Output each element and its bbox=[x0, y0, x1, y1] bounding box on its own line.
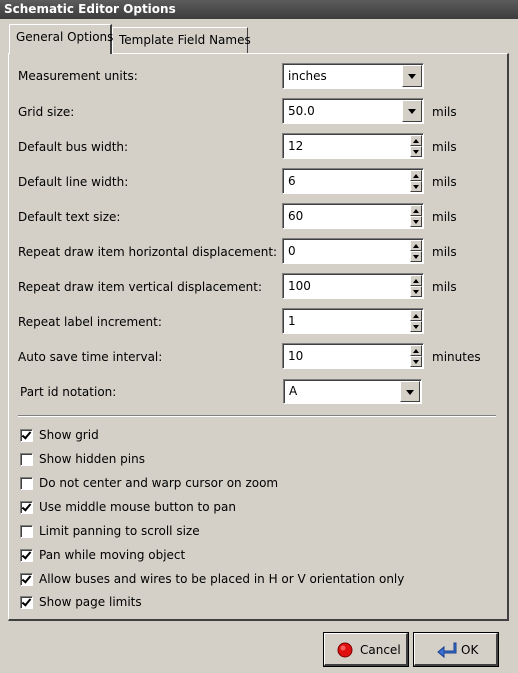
title-bar[interactable]: Schematic Editor Options bbox=[0, 0, 518, 19]
options-dialog: Schematic Editor Options General Options… bbox=[0, 0, 518, 673]
spin-up-icon[interactable] bbox=[410, 310, 422, 321]
middle-mouse-pan-checkbox[interactable] bbox=[20, 501, 33, 514]
window-title: Schematic Editor Options bbox=[4, 2, 176, 16]
chevron-down-icon[interactable] bbox=[402, 100, 422, 122]
spin-up-icon[interactable] bbox=[410, 205, 422, 216]
enter-arrow-icon bbox=[437, 642, 457, 659]
tab-template-field-names[interactable]: Template Field Names bbox=[112, 27, 251, 53]
auto-save-unit: minutes bbox=[432, 350, 481, 364]
v-displacement-unit: mils bbox=[432, 280, 457, 294]
bus-width-label: Default bus width: bbox=[18, 140, 129, 154]
spin-up-icon[interactable] bbox=[410, 170, 422, 181]
label-increment-value: 1 bbox=[288, 314, 296, 328]
text-size-value: 60 bbox=[288, 209, 304, 223]
spin-up-icon[interactable] bbox=[410, 240, 422, 251]
spin-up-icon[interactable] bbox=[410, 135, 422, 146]
limit-panning-checkbox[interactable] bbox=[20, 525, 33, 538]
measurement-units-label: Measurement units: bbox=[18, 69, 138, 83]
bus-width-unit: mils bbox=[432, 140, 457, 154]
auto-save-label: Auto save time interval: bbox=[18, 350, 163, 364]
tab-general-options[interactable]: General Options bbox=[9, 24, 114, 54]
line-width-value: 6 bbox=[288, 174, 296, 188]
cancel-button[interactable]: Cancel bbox=[323, 632, 409, 667]
v-displacement-value: 100 bbox=[288, 279, 311, 293]
hv-orientation-checkbox[interactable] bbox=[20, 573, 33, 586]
show-page-limits-label[interactable]: Show page limits bbox=[39, 595, 142, 609]
part-id-dropdown[interactable]: A bbox=[283, 379, 422, 404]
show-grid-label[interactable]: Show grid bbox=[39, 428, 99, 442]
label-increment-label: Repeat label increment: bbox=[18, 315, 162, 329]
chevron-down-icon[interactable] bbox=[400, 381, 420, 402]
chevron-down-icon[interactable] bbox=[402, 65, 422, 87]
part-id-label: Part id notation: bbox=[20, 385, 117, 399]
show-hidden-pins-checkbox[interactable] bbox=[20, 453, 33, 466]
grid-size-unit: mils bbox=[432, 105, 457, 119]
part-id-value: A bbox=[289, 384, 298, 398]
separator bbox=[18, 415, 496, 417]
limit-panning-label[interactable]: Limit panning to scroll size bbox=[39, 524, 200, 538]
spin-down-icon[interactable] bbox=[410, 286, 422, 297]
h-displacement-spinbox[interactable]: 0 bbox=[282, 238, 424, 264]
h-displacement-label: Repeat draw item horizontal displacement… bbox=[18, 245, 278, 259]
line-width-spinbox[interactable]: 6 bbox=[282, 168, 424, 194]
bus-width-value: 12 bbox=[288, 139, 304, 153]
spin-down-icon[interactable] bbox=[410, 356, 422, 367]
tab-label: Template Field Names bbox=[119, 33, 251, 47]
auto-save-spinbox[interactable]: 10 bbox=[282, 343, 424, 369]
measurement-units-dropdown[interactable]: inches bbox=[282, 63, 424, 89]
spin-down-icon[interactable] bbox=[410, 181, 422, 192]
spin-down-icon[interactable] bbox=[410, 216, 422, 227]
text-size-spinbox[interactable]: 60 bbox=[282, 203, 424, 229]
spin-down-icon[interactable] bbox=[410, 146, 422, 157]
grid-size-label: Grid size: bbox=[18, 105, 75, 119]
no-center-warp-label[interactable]: Do not center and warp cursor on zoom bbox=[39, 476, 278, 490]
spin-down-icon[interactable] bbox=[410, 251, 422, 262]
ok-button[interactable]: OK bbox=[413, 632, 499, 667]
cancel-label: Cancel bbox=[360, 643, 401, 657]
v-displacement-spinbox[interactable]: 100 bbox=[282, 273, 424, 299]
auto-save-value: 10 bbox=[288, 349, 304, 363]
grid-size-dropdown[interactable]: 50.0 bbox=[282, 98, 424, 124]
v-displacement-label: Repeat draw item vertical displacement: bbox=[18, 280, 262, 294]
pan-while-moving-label[interactable]: Pan while moving object bbox=[39, 548, 185, 562]
red-circle-icon bbox=[337, 642, 353, 658]
pan-while-moving-checkbox[interactable] bbox=[20, 549, 33, 562]
no-center-warp-checkbox[interactable] bbox=[20, 477, 33, 490]
grid-size-value: 50.0 bbox=[288, 104, 315, 118]
line-width-unit: mils bbox=[432, 175, 457, 189]
label-increment-spinbox[interactable]: 1 bbox=[282, 308, 424, 334]
text-size-unit: mils bbox=[432, 210, 457, 224]
measurement-units-value: inches bbox=[288, 69, 327, 83]
h-displacement-value: 0 bbox=[288, 244, 296, 258]
bus-width-spinbox[interactable]: 12 bbox=[282, 133, 424, 159]
spin-up-icon[interactable] bbox=[410, 275, 422, 286]
text-size-label: Default text size: bbox=[18, 210, 121, 224]
show-grid-checkbox[interactable] bbox=[20, 429, 33, 442]
line-width-label: Default line width: bbox=[18, 175, 129, 189]
ok-label: OK bbox=[461, 643, 479, 657]
hv-orientation-label[interactable]: Allow buses and wires to be placed in H … bbox=[39, 572, 404, 586]
spin-down-icon[interactable] bbox=[410, 321, 422, 332]
h-displacement-unit: mils bbox=[432, 245, 457, 259]
tab-label: General Options bbox=[16, 30, 114, 44]
show-hidden-pins-label[interactable]: Show hidden pins bbox=[39, 452, 145, 466]
show-page-limits-checkbox[interactable] bbox=[20, 596, 33, 609]
middle-mouse-pan-label[interactable]: Use middle mouse button to pan bbox=[39, 500, 236, 514]
spin-up-icon[interactable] bbox=[410, 345, 422, 356]
